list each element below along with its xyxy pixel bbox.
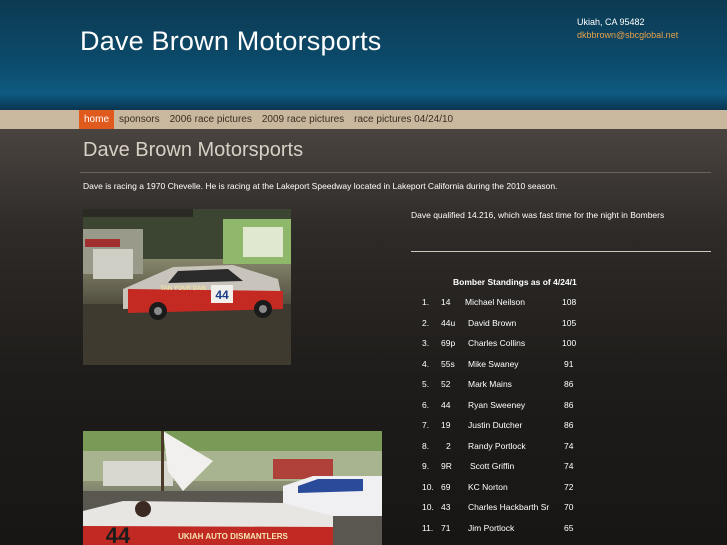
standings-driver: Charles Collins	[468, 338, 526, 348]
standings-car: 19	[441, 420, 451, 430]
standings-pos: 9.	[422, 461, 430, 471]
qualifying-text: Dave qualified 14.216, which was fast ti…	[411, 210, 665, 220]
standings-pos: 4.	[422, 358, 430, 369]
nav-item-race-pictures-04-24-10[interactable]: race pictures 04/24/10	[349, 110, 458, 129]
standings-driver: Scott Griffin	[470, 461, 515, 471]
standings-car: 9R	[441, 461, 452, 471]
page-title: Dave Brown Motorsports	[83, 139, 304, 161]
standings-driver: Justin Dutcher	[468, 420, 523, 430]
standings-points: 74	[564, 440, 574, 451]
standings-pos: 8.	[422, 440, 430, 451]
standings-pos: 10.	[422, 502, 434, 512]
site-header: Dave Brown Motorsports Ukiah, CA 95482 d…	[0, 0, 727, 110]
standings-points: 100	[562, 338, 577, 348]
standings-driver: KC Norton	[468, 481, 508, 492]
standings-driver: Ryan Sweeney	[468, 399, 526, 410]
standings-car: 2	[446, 440, 451, 451]
car-number-44-photo2: 44	[106, 523, 131, 545]
standings-car: 52	[441, 379, 451, 389]
standings-car: 44u	[441, 317, 456, 328]
standings-car: 69	[441, 481, 451, 492]
standings-driver: Mike Swaney	[468, 358, 519, 369]
standings-points: 65	[564, 522, 574, 533]
contact-address: Ukiah, CA 95482	[577, 17, 645, 27]
site-title[interactable]: Dave Brown Motorsports	[80, 26, 382, 57]
standings-points: 86	[564, 399, 574, 410]
standings-pos: 7.	[422, 420, 430, 430]
standings-pos: 6.	[422, 399, 430, 410]
nav-item-2009-race-pictures[interactable]: 2009 race pictures	[257, 110, 349, 129]
standings-pos: 10.	[422, 481, 434, 492]
standings-pos: 2.	[422, 317, 430, 328]
intro-text: Dave is racing a 1970 Chevelle. He is ra…	[83, 181, 558, 191]
standings-points: 86	[564, 420, 574, 430]
standings-car: 71	[441, 522, 451, 533]
standings-driver: Randy Portlock	[468, 440, 526, 451]
standings-car: 69p	[441, 338, 456, 348]
nav-item-home[interactable]: home	[79, 110, 115, 129]
standings-divider	[411, 251, 711, 252]
title-divider	[80, 172, 711, 173]
standings-car: 44	[441, 399, 451, 410]
contact-email-link[interactable]: dkbbrown@sbcglobal.net	[577, 29, 678, 42]
race-car-photo-garage: 44 TAN YOUR DAN	[83, 209, 291, 365]
standings-points: 72	[564, 481, 574, 492]
car-sponsor-sign-photo2: UKIAH AUTO DISMANTLERS	[178, 532, 288, 541]
standings-heading: Bomber Standings as of 4/24/1	[453, 277, 577, 287]
standings-driver: Michael Neilson	[465, 297, 525, 307]
standings-driver: Mark Mains	[468, 379, 512, 389]
nav-item-2006-race-pictures[interactable]: 2006 race pictures	[165, 110, 257, 129]
standings-driver: Charles Hackbarth Sr	[468, 502, 550, 512]
standings-pos: 11.	[422, 522, 434, 533]
standings-points: 108	[562, 297, 577, 307]
race-car-photo-flag: 44 UKIAH AUTO DISMANTLERS	[83, 431, 382, 545]
standings-car: 55s	[441, 358, 455, 369]
standings-points: 105	[562, 317, 577, 328]
standings-points: 86	[564, 379, 574, 389]
race-car-garage-illustration: 44 TAN YOUR DAN	[83, 209, 291, 365]
nav-item-sponsors[interactable]: sponsors	[114, 110, 165, 129]
race-car-flag-illustration: 44 UKIAH AUTO DISMANTLERS	[83, 431, 382, 545]
car-number-44-photo1: 44	[215, 288, 229, 302]
standings-points: 91	[564, 358, 574, 369]
standings-pos: 3.	[422, 338, 430, 348]
standings-pos: 1.	[422, 297, 430, 307]
standings-car: 14	[441, 297, 451, 307]
standings-car: 43	[441, 502, 451, 512]
standings-driver: Jim Portlock	[468, 522, 515, 533]
standings-points: 70	[564, 502, 574, 512]
car-side-sign-photo1: TAN YOUR DAN	[160, 286, 205, 292]
standings-points: 74	[564, 461, 574, 471]
main-nav: home sponsors 2006 race pictures 2009 ra…	[79, 110, 458, 129]
standings-driver: David Brown	[468, 317, 517, 328]
standings-pos: 5.	[422, 379, 430, 389]
contact-info: Ukiah, CA 95482 dkbbrown@sbcglobal.net	[577, 16, 678, 42]
